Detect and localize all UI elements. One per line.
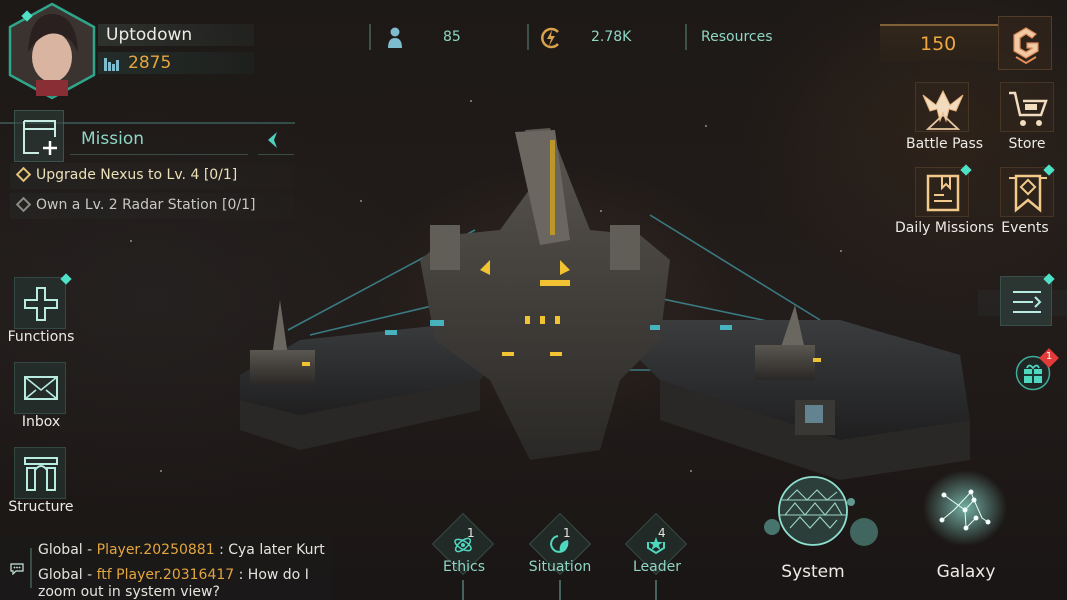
task-diamond-icon — [15, 166, 32, 183]
connector — [462, 580, 464, 600]
currency-purchase-button[interactable] — [998, 16, 1052, 70]
collapse-mission-panel-button[interactable] — [264, 130, 282, 150]
chat-icon[interactable] — [10, 563, 24, 575]
inbox-button[interactable] — [14, 362, 66, 414]
space-station-nexus[interactable] — [240, 120, 980, 480]
population-icon — [388, 27, 402, 48]
task-text: Own a Lv. 2 Radar Station — [36, 197, 222, 213]
connector — [655, 580, 657, 600]
battle-pass-label[interactable]: Battle Pass — [906, 136, 983, 152]
chat-channel: Global — [38, 567, 83, 583]
player-name[interactable]: Uptodown — [106, 25, 192, 45]
events-button[interactable] — [1000, 167, 1054, 217]
task-text: Upgrade Nexus to Lv. 4 — [36, 167, 204, 183]
store-label[interactable]: Store — [1000, 136, 1054, 152]
structure-label[interactable]: Structure — [5, 499, 77, 515]
mission-add-button[interactable] — [14, 110, 64, 162]
power-rating-icon — [104, 58, 119, 71]
ethics-count: 1 — [467, 526, 475, 540]
chat-channel: Global — [38, 542, 83, 558]
gift-badge-count: 1 — [1045, 351, 1053, 362]
chat-text: zoom out in system view? — [38, 584, 220, 600]
daily-missions-button[interactable] — [915, 167, 969, 217]
chat-sender[interactable]: Player.20250881 — [97, 542, 215, 558]
chat-divider — [30, 548, 32, 588]
mission-title-divider — [70, 154, 248, 155]
star — [160, 470, 162, 472]
events-label[interactable]: Events — [1000, 220, 1050, 236]
chat-text: : How do I — [238, 567, 309, 583]
chat-message[interactable]: Global - Player.20250881 : Cya later Kur… — [38, 542, 325, 558]
mission-board-icon — [23, 120, 57, 155]
galaxy-label[interactable]: Galaxy — [921, 562, 1011, 582]
functions-button[interactable] — [14, 277, 66, 329]
ethics-label[interactable]: Ethics — [424, 559, 504, 575]
energy-icon — [541, 27, 559, 49]
star — [130, 240, 132, 242]
cart-icon — [1009, 91, 1048, 126]
leader-count: 4 — [658, 526, 666, 540]
task-progress: [0/1] — [203, 167, 238, 183]
system-view-button[interactable] — [752, 470, 882, 550]
situation-label[interactable]: Situation — [520, 559, 600, 575]
premium-currency-icon — [1013, 27, 1039, 65]
mission-task-inactive[interactable]: Own a Lv. 2 Radar Station [0/1] — [14, 196, 256, 213]
mission-task-active[interactable]: Upgrade Nexus to Lv. 4 [0/1] — [14, 166, 238, 183]
chat-message-continued: zoom out in system view? — [38, 584, 220, 600]
power-bar — [98, 52, 254, 74]
structure-icon — [24, 457, 58, 491]
plus-icon — [24, 287, 58, 321]
chat-message[interactable]: Global - ftf Player.20316417 : How do I — [38, 567, 309, 583]
daily-missions-label[interactable]: Daily Missions — [895, 220, 994, 236]
battle-pass-icon — [922, 89, 964, 130]
situation-count: 1 — [563, 526, 571, 540]
mission-title-divider — [258, 154, 294, 155]
mission-panel-title[interactable]: Mission — [81, 129, 144, 149]
battle-pass-button[interactable] — [915, 82, 969, 132]
store-button[interactable] — [1000, 82, 1054, 132]
expand-side-menu-button[interactable] — [1000, 276, 1052, 326]
connector — [559, 580, 561, 600]
functions-label[interactable]: Functions — [5, 329, 77, 345]
structure-button[interactable] — [14, 447, 66, 499]
currency-value: 150 — [920, 33, 957, 55]
resources-label[interactable]: Resources — [701, 29, 773, 45]
expand-menu-icon — [1013, 291, 1042, 313]
task-diamond-icon — [15, 196, 32, 213]
population-value: 85 — [443, 29, 461, 45]
galaxy-view-button[interactable] — [920, 470, 1010, 550]
envelope-icon — [24, 376, 58, 400]
daily-missions-icon — [926, 174, 960, 212]
chat-text: : Cya later Kurt — [219, 542, 325, 558]
power-value: 2875 — [128, 53, 172, 73]
commander-avatar[interactable] — [6, 2, 98, 100]
events-icon — [1009, 174, 1047, 213]
system-label[interactable]: System — [768, 562, 858, 582]
leader-label[interactable]: Leader — [617, 559, 697, 575]
inbox-label[interactable]: Inbox — [5, 414, 77, 430]
chat-sender[interactable]: ftf Player.20316417 — [97, 567, 235, 583]
system-sphere-icon — [778, 476, 848, 546]
task-progress: [0/1] — [221, 197, 256, 213]
star — [470, 100, 472, 102]
energy-value: 2.78K — [591, 29, 632, 45]
